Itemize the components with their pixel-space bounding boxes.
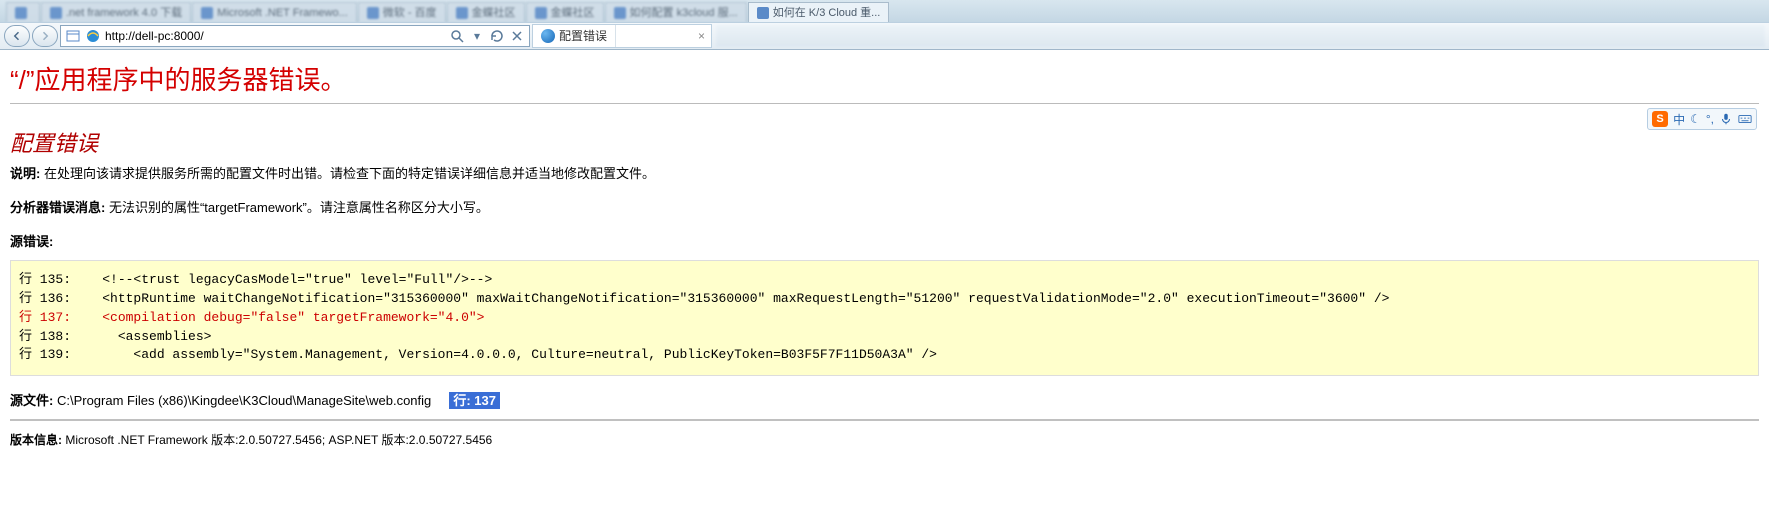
browser-tab[interactable]: Microsoft .NET Framewo...	[192, 2, 357, 22]
tab-label: 金蝶社区	[551, 3, 595, 23]
tab-favicon	[15, 7, 27, 19]
moon-icon[interactable]: ☾	[1690, 112, 1701, 126]
line-label: 行:	[453, 393, 470, 408]
tab-favicon	[535, 7, 547, 19]
version-text: Microsoft .NET Framework 版本:2.0.50727.54…	[62, 433, 492, 447]
tab-label: Microsoft .NET Framewo...	[217, 3, 348, 23]
compat-view-icon[interactable]	[65, 28, 81, 44]
error-line-badge: 行: 137	[449, 392, 500, 409]
config-error-heading: 配置错误	[10, 126, 1759, 158]
code-line-prefix: 行 135:	[19, 272, 102, 287]
tab-label: 如何配置 k3cloud 服...	[630, 3, 738, 23]
tab-favicon	[50, 7, 62, 19]
browser-tab-active[interactable]: 如何在 K/3 Cloud 重...	[748, 2, 890, 22]
browser-tab[interactable]: 微软 - 百度	[358, 2, 446, 22]
close-tab-icon[interactable]: ×	[692, 29, 711, 43]
ime-punct-toggle[interactable]: °,	[1706, 112, 1714, 126]
back-button[interactable]	[4, 25, 30, 47]
source-file-line: 源文件: C:\Program Files (x86)\Kingdee\K3Cl…	[10, 390, 1759, 409]
version-label: 版本信息:	[10, 433, 62, 447]
tab-label: 金蝶社区	[472, 3, 516, 23]
code-line-prefix: 行 139:	[19, 347, 133, 362]
tab-label: 如何在 K/3 Cloud 重...	[773, 3, 881, 23]
code-line-prefix: 行 136:	[19, 291, 102, 306]
browser-tab[interactable]	[6, 2, 40, 22]
tab-label: 微软 - 百度	[383, 3, 437, 23]
refresh-icon[interactable]	[489, 28, 505, 44]
description-label: 说明:	[10, 166, 40, 181]
document-tab[interactable]: 配置错误	[533, 25, 616, 47]
stop-icon[interactable]	[509, 28, 525, 44]
code-line-prefix: 行 137:	[19, 310, 102, 325]
ime-toolbar[interactable]: S 中 ☾ °,	[1647, 108, 1757, 130]
toolbar-remainder	[716, 25, 1765, 47]
app-error-heading: “/”应用程序中的服务器错误。	[10, 60, 1759, 97]
ime-lang-toggle[interactable]: 中	[1673, 111, 1685, 128]
parser-error-paragraph: 分析器错误消息: 无法识别的属性“targetFramework”。请注意属性名…	[10, 198, 1759, 218]
sogou-logo-icon[interactable]: S	[1652, 111, 1668, 127]
browser-tab[interactable]: .net framework 4.0 下载	[41, 2, 191, 22]
forward-button[interactable]	[32, 25, 58, 47]
document-tab-area: 配置错误 ×	[532, 24, 712, 48]
description-text: 在处理向该请求提供服务所需的配置文件时出错。请检查下面的特定错误详细信息并适当地…	[40, 166, 655, 181]
browser-tab[interactable]: 金蝶社区	[526, 2, 604, 22]
address-bar[interactable]: ▾	[60, 25, 530, 47]
microphone-icon[interactable]	[1719, 112, 1733, 126]
browser-tab[interactable]: 金蝶社区	[447, 2, 525, 22]
browser-tab[interactable]: 如何配置 k3cloud 服...	[605, 2, 747, 22]
divider	[10, 419, 1759, 421]
dropdown-icon[interactable]: ▾	[469, 28, 485, 44]
source-file-path: C:\Program Files (x86)\Kingdee\K3Cloud\M…	[53, 393, 431, 408]
browser-tab-strip: .net framework 4.0 下载 Microsoft .NET Fra…	[0, 0, 1769, 22]
tab-favicon	[456, 7, 468, 19]
tab-label: .net framework 4.0 下载	[66, 3, 182, 23]
tab-favicon	[757, 7, 769, 19]
ie-favicon-icon	[85, 28, 101, 44]
line-number: 137	[471, 393, 496, 408]
document-tab-title: 配置错误	[559, 25, 607, 47]
divider	[10, 103, 1759, 104]
tab-favicon	[201, 7, 213, 19]
ie-favicon-icon	[541, 29, 555, 43]
search-icon[interactable]	[449, 28, 465, 44]
code-line: <!--<trust legacyCasModel="true" level="…	[102, 272, 492, 287]
arrow-left-icon	[11, 30, 23, 42]
browser-toolbar: ▾ 配置错误 ×	[0, 22, 1769, 50]
url-input[interactable]	[105, 27, 445, 45]
parser-error-text: 无法识别的属性“targetFramework”。请注意属性名称区分大小写。	[105, 200, 489, 215]
source-file-label: 源文件:	[10, 393, 53, 408]
code-line-prefix: 行 138:	[19, 329, 118, 344]
code-line: <assemblies>	[118, 329, 212, 344]
code-line: <add assembly="System.Management, Versio…	[133, 347, 937, 362]
source-error-label: 源错误:	[10, 231, 1759, 250]
keyboard-icon[interactable]	[1738, 112, 1752, 126]
tab-favicon	[367, 7, 379, 19]
version-info: 版本信息: Microsoft .NET Framework 版本:2.0.50…	[10, 431, 1759, 448]
code-line-highlighted: <compilation debug="false" targetFramewo…	[102, 310, 484, 325]
source-code-block: 行 135: <!--<trust legacyCasModel="true" …	[10, 260, 1759, 376]
description-paragraph: 说明: 在处理向该请求提供服务所需的配置文件时出错。请检查下面的特定错误详细信息…	[10, 164, 1759, 184]
parser-error-label: 分析器错误消息:	[10, 200, 105, 215]
code-line: <httpRuntime waitChangeNotification="315…	[102, 291, 1389, 306]
tab-favicon	[614, 7, 626, 19]
error-page: S 中 ☾ °, “/”应用程序中的服务器错误。 配置错误 说明: 在处理向该请…	[0, 50, 1769, 468]
arrow-right-icon	[39, 30, 51, 42]
